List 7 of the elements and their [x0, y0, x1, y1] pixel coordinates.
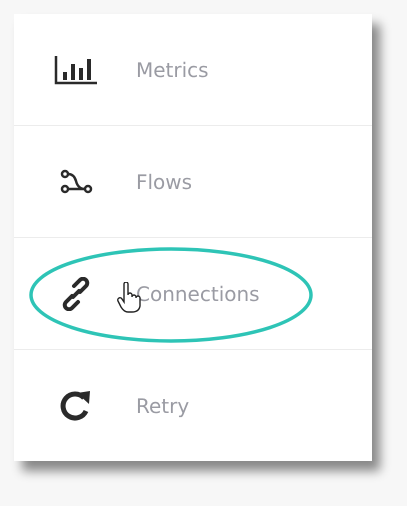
flow-path-icon	[58, 168, 94, 194]
menu-item[interactable]: Retry	[136, 394, 190, 418]
refresh-icon	[60, 388, 92, 422]
menu-item[interactable]: Flows	[136, 170, 192, 194]
menu-item[interactable]: Metrics	[136, 58, 209, 82]
bar-chart-icon	[54, 54, 98, 84]
menu-item[interactable]: Connections	[136, 282, 260, 306]
